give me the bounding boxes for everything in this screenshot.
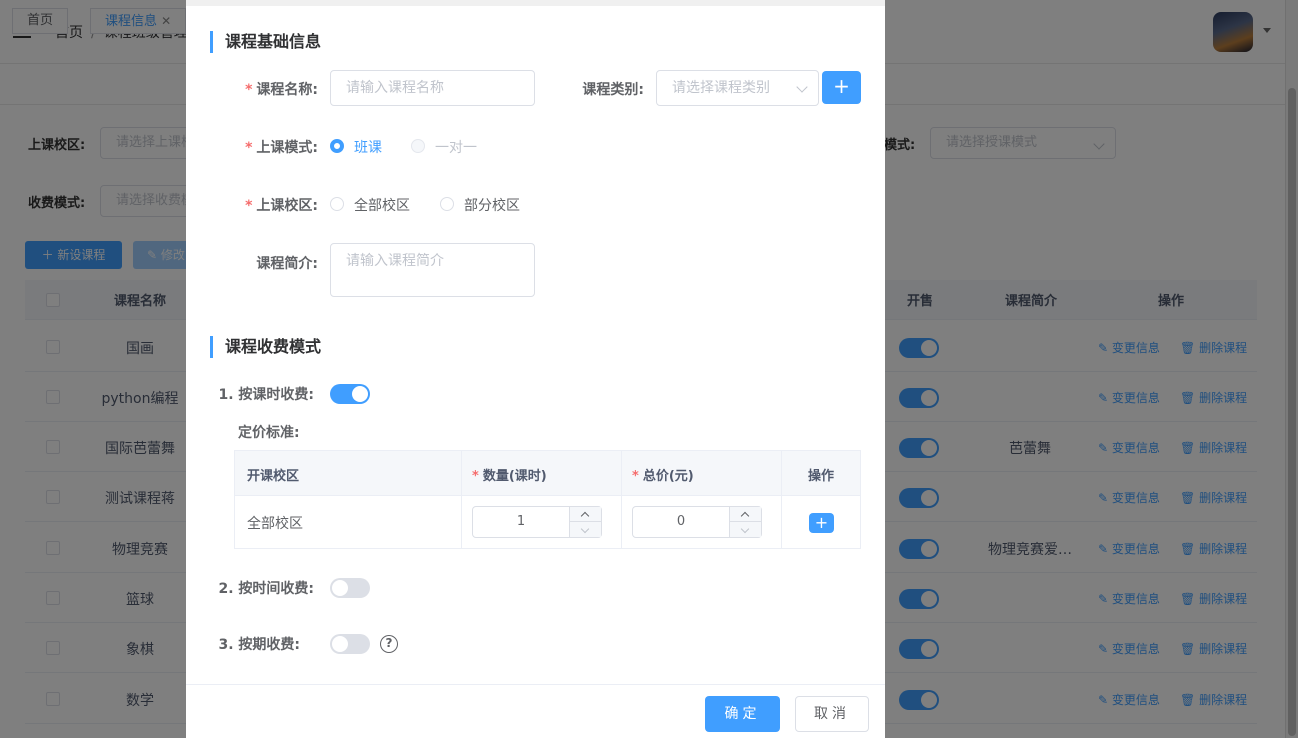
- fee-by-term-switch[interactable]: [330, 634, 370, 654]
- total-value[interactable]: 0: [633, 507, 729, 537]
- course-name-input[interactable]: 请输入课程名称: [330, 70, 535, 106]
- fee-by-lesson-switch[interactable]: [330, 384, 370, 404]
- campus-label-text: 上课校区:: [256, 198, 318, 214]
- radio-one-on-one-label: 一对一: [435, 140, 477, 156]
- course-name-label: * 课程名称:: [240, 79, 318, 99]
- required-mark: *: [245, 82, 253, 98]
- fee-by-time-label: 2. 按时间收费:: [218, 581, 314, 597]
- divider: [781, 451, 782, 548]
- help-icon[interactable]: ?: [380, 635, 398, 653]
- pricing-col-total-text: 总价(元): [642, 469, 694, 484]
- class-mode-label-text: 上课模式:: [256, 140, 318, 156]
- radio-all-campus[interactable]: [330, 197, 344, 211]
- pricing-col-campus: 开课校区: [247, 469, 300, 484]
- radio-all-campus-label[interactable]: 全部校区: [354, 195, 410, 215]
- course-intro-textarea[interactable]: 请输入课程简介: [330, 243, 535, 297]
- required-mark: *: [472, 469, 479, 484]
- course-category-select[interactable]: 请选择课程类别: [656, 70, 819, 106]
- chevron-down-icon: [796, 81, 808, 93]
- radio-group-class[interactable]: [330, 139, 344, 153]
- add-pricing-row-button[interactable]: +: [809, 513, 834, 533]
- radio-some-campus[interactable]: [440, 197, 454, 211]
- confirm-button[interactable]: 确定: [705, 696, 780, 732]
- radio-some-campus-label[interactable]: 部分校区: [464, 195, 520, 215]
- qty-value[interactable]: 1: [473, 507, 569, 537]
- fee-by-lesson-label: 1. 按课时收费:: [218, 387, 314, 403]
- add-category-button[interactable]: +: [822, 71, 861, 104]
- fee-mode-title: 课程收费模式: [210, 336, 321, 358]
- pricing-label: 定价标准:: [238, 425, 300, 441]
- qty-stepper[interactable]: 1: [472, 506, 602, 538]
- cancel-button[interactable]: 取消: [795, 696, 869, 732]
- total-increase-icon[interactable]: [730, 507, 761, 522]
- class-mode-label: * 上课模式:: [240, 137, 318, 157]
- pricing-col-ops: 操作: [808, 469, 835, 484]
- total-stepper[interactable]: 0: [632, 506, 762, 538]
- pricing-col-qty: * 数量(课时): [472, 465, 547, 484]
- pricing-table: 开课校区 * 数量(课时) * 总价(元) 操作 全部校区 1 0 +: [234, 450, 861, 549]
- dialog-footer-divider: [186, 684, 885, 685]
- required-mark: *: [245, 140, 253, 156]
- pricing-col-total: * 总价(元): [632, 465, 694, 484]
- required-mark: *: [632, 469, 639, 484]
- course-category-label: 课程类别:: [582, 82, 644, 98]
- radio-group-class-label[interactable]: 班课: [354, 137, 382, 157]
- qty-increase-icon[interactable]: [570, 507, 601, 522]
- basic-info-title: 课程基础信息: [210, 31, 321, 53]
- radio-one-on-one: [411, 139, 425, 153]
- course-name-label-text: 课程名称:: [256, 82, 318, 98]
- divider: [621, 451, 622, 548]
- pricing-row-campus: 全部校区: [247, 516, 303, 532]
- campus-label: * 上课校区:: [240, 195, 318, 215]
- fee-by-time-switch[interactable]: [330, 578, 370, 598]
- course-category-placeholder: 请选择课程类别: [672, 80, 770, 96]
- divider: [461, 451, 462, 548]
- fee-by-term-label: 3. 按期收费:: [218, 637, 300, 653]
- course-dialog: [186, 0, 885, 738]
- required-mark: *: [245, 198, 253, 214]
- course-intro-label: 课程简介:: [256, 256, 318, 272]
- pricing-table-header: [235, 451, 860, 496]
- pricing-col-qty-text: 数量(课时): [482, 469, 547, 484]
